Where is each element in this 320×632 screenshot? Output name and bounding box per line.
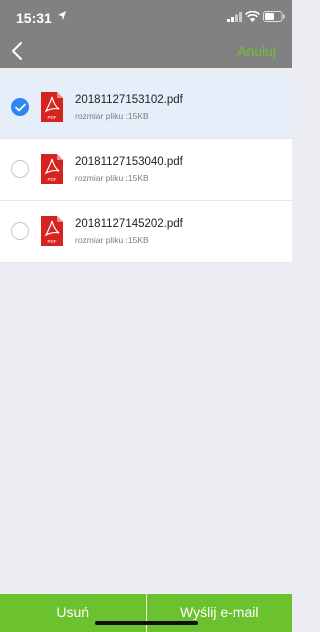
file-size: rozmiar pliku :15KB [75, 111, 149, 121]
file-list: PDF 20181127153102.pdf rozmiar pliku :15… [0, 77, 292, 263]
send-email-button[interactable]: Wyślij e-mail [147, 594, 293, 632]
file-size: rozmiar pliku :15KB [75, 173, 149, 183]
pdf-icon-label: PDF [48, 177, 57, 182]
status-bar: 15:31 [0, 0, 292, 34]
file-name: 20181127153102.pdf [75, 94, 183, 106]
chevron-left-icon[interactable] [8, 40, 28, 62]
file-row[interactable]: PDF 20181127153102.pdf rozmiar pliku :15… [0, 77, 292, 139]
file-size: rozmiar pliku :15KB [75, 235, 149, 245]
file-row[interactable]: PDF 20181127153040.pdf rozmiar pliku :15… [0, 139, 292, 201]
pdf-icon-label: PDF [48, 115, 57, 120]
pdf-file-icon: PDF [41, 92, 63, 122]
signal-icon [227, 12, 242, 22]
checked-radio-icon[interactable] [11, 98, 29, 116]
pdf-icon-label: PDF [48, 239, 57, 244]
home-indicator [95, 621, 198, 625]
bottom-divider [145, 594, 147, 632]
unchecked-radio-icon[interactable] [11, 160, 29, 178]
location-arrow-icon [58, 11, 66, 20]
wifi-icon [245, 11, 260, 22]
file-name: 20181127153040.pdf [75, 156, 183, 168]
cancel-button[interactable]: Anuluj [237, 43, 276, 59]
file-name: 20181127145202.pdf [75, 218, 183, 230]
pdf-file-icon: PDF [41, 216, 63, 246]
pdf-file-icon: PDF [41, 154, 63, 184]
nav-bar: Anuluj [0, 34, 292, 68]
unchecked-radio-icon[interactable] [11, 222, 29, 240]
delete-button[interactable]: Usuń [0, 594, 146, 632]
status-time: 15:31 [16, 10, 52, 26]
battery-icon [263, 11, 285, 22]
bottom-action-bar: Usuń Wyślij e-mail [0, 594, 292, 632]
file-row[interactable]: PDF 20181127145202.pdf rozmiar pliku :15… [0, 201, 292, 263]
